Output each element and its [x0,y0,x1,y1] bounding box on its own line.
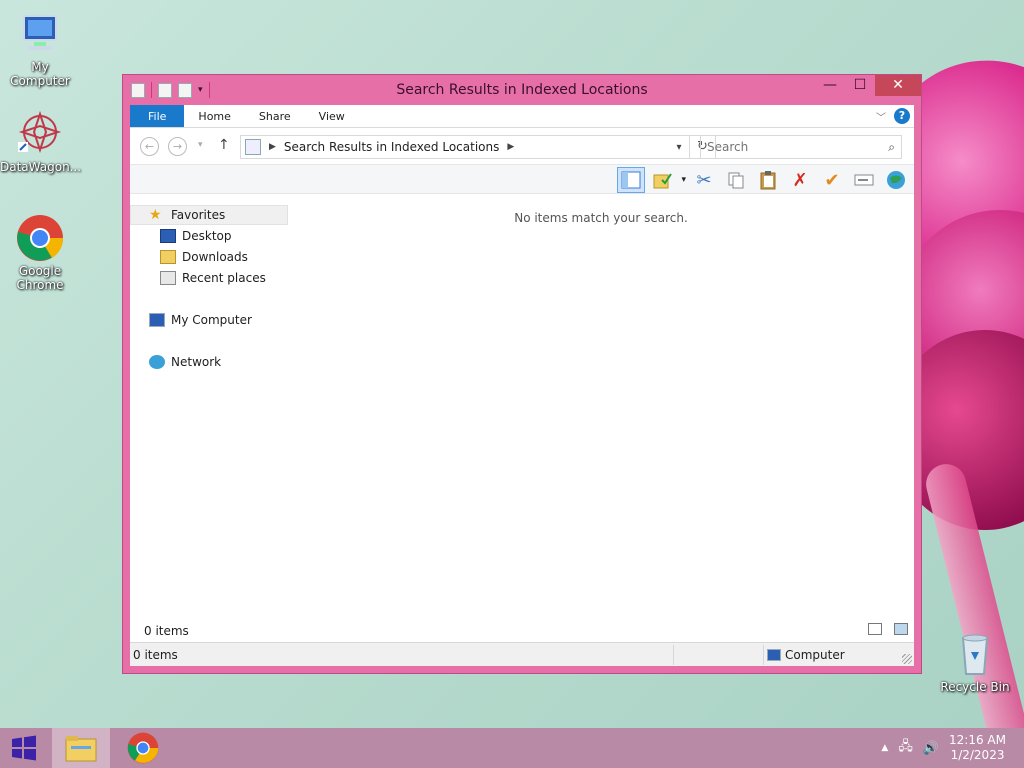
chrome-icon [127,732,159,764]
nav-favorites[interactable]: ★ Favorites [130,205,288,225]
star-icon: ★ [149,207,162,223]
status-item-count: 0 items [133,648,178,662]
tab-view[interactable]: View [305,105,359,127]
resize-grip[interactable] [902,654,912,664]
taskbar: ▲ 🖧 🔊 12:16 AM 1/2/2023 [0,728,1024,768]
system-tray: ▲ 🖧 🔊 12:16 AM 1/2/2023 [881,728,1024,768]
desktop-icon [160,229,176,243]
forward-button[interactable]: → [168,137,187,156]
cut-icon[interactable]: ✂ [690,167,718,193]
desktop-icon-recycle-bin[interactable]: Recycle Bin [935,630,1015,694]
explorer-window[interactable]: ▾ Search Results in Indexed Locations — … [122,74,922,674]
preview-pane-button[interactable] [617,167,646,193]
clock-time: 12:16 AM [949,733,1006,747]
recent-places-icon [160,271,176,285]
checkmark-icon[interactable]: ✔ [818,167,846,193]
expand-ribbon-icon[interactable]: ﹀ [876,109,886,124]
taskbar-google-chrome[interactable] [114,728,172,768]
clock-date: 1/2/2023 [950,748,1005,762]
details-bar: 0 items [130,619,914,642]
close-button[interactable]: ✕ [875,75,921,96]
breadcrumb-arrow-icon[interactable]: ▶ [507,142,514,152]
desktop-icon-google-chrome[interactable]: Google Chrome [0,214,80,292]
nav-item-network[interactable]: Network [149,352,221,372]
volume-icon[interactable]: 🔊 [923,741,939,756]
globe-icon[interactable] [882,167,910,193]
empty-message: No items match your search. [514,211,688,225]
downloads-icon [160,250,176,264]
back-button[interactable]: ← [140,137,159,156]
breadcrumb[interactable]: Search Results in Indexed Locations [284,140,499,154]
file-list-area[interactable]: No items match your search. [288,195,914,619]
delete-icon[interactable]: ✗ [786,167,814,193]
large-icons-view-icon[interactable] [894,623,908,635]
maximize-button[interactable]: ☐ [845,75,875,96]
taskbar-file-explorer[interactable] [52,728,110,768]
status-bar: 0 items Computer [130,642,914,666]
computer-icon [767,649,781,661]
title-bar[interactable]: ▾ Search Results in Indexed Locations — … [123,75,921,105]
command-toolbar: ▾ ✂ ✗ ✔ [130,164,914,194]
recycle-bin-icon [951,630,999,678]
network-icon [149,355,165,369]
help-icon[interactable]: ? [894,108,910,124]
explorer-body: ★ Favorites Desktop Downloads Recent pla… [130,195,914,619]
search-box[interactable]: ⌕ [700,135,902,159]
item-count: 0 items [144,623,189,638]
chevron-down-icon[interactable]: ▾ [681,175,686,185]
folder-check-icon[interactable] [649,167,677,193]
computer-icon [149,313,165,327]
search-icon[interactable]: ⌕ [888,140,895,155]
minimize-button[interactable]: — [815,75,845,96]
chrome-icon [16,214,64,262]
nav-item-recent-places[interactable]: Recent places [160,268,266,288]
search-location-icon [245,139,261,155]
file-explorer-icon [65,736,97,762]
tab-share[interactable]: Share [245,105,305,127]
recent-locations-icon[interactable]: ▾ [198,140,203,150]
nav-item-downloads[interactable]: Downloads [160,247,248,267]
nav-item-desktop[interactable]: Desktop [160,226,232,246]
paste-icon[interactable] [754,167,782,193]
show-hidden-icons-icon[interactable]: ▲ [881,743,888,753]
tab-home[interactable]: Home [184,105,244,127]
network-status-icon[interactable]: 🖧 [898,737,913,759]
copy-icon[interactable] [722,167,750,193]
desktop-icon-my-computer[interactable]: My Computer [0,10,80,88]
navigation-pane[interactable]: ★ Favorites Desktop Downloads Recent pla… [130,195,288,619]
datawagon-icon [16,110,64,158]
tab-file[interactable]: File [130,105,185,127]
clock[interactable]: 12:16 AM 1/2/2023 [949,733,1006,763]
rename-icon[interactable] [850,167,878,193]
window-title: Search Results in Indexed Locations [396,82,648,98]
breadcrumb-arrow-icon[interactable]: ▶ [269,142,276,152]
desktop-icon-datawagon[interactable]: DataWagon... [0,110,81,174]
windows-logo-icon [12,735,36,761]
navigation-bar: ← → ▾ ↑ ▶ Search Results in Indexed Loca… [130,128,914,164]
up-button[interactable]: ↑ [218,137,230,153]
computer-icon [16,10,64,58]
details-view-icon[interactable] [868,623,882,635]
start-button[interactable] [0,728,48,768]
ribbon-tabs: File Home Share View ﹀ ? [130,105,914,128]
address-dropdown-icon[interactable]: ▾ [669,142,689,153]
nav-item-my-computer[interactable]: My Computer [149,310,252,330]
search-input[interactable] [707,140,889,154]
address-bar[interactable]: ▶ Search Results in Indexed Locations ▶ … [240,135,690,159]
status-location: Computer [785,648,845,662]
